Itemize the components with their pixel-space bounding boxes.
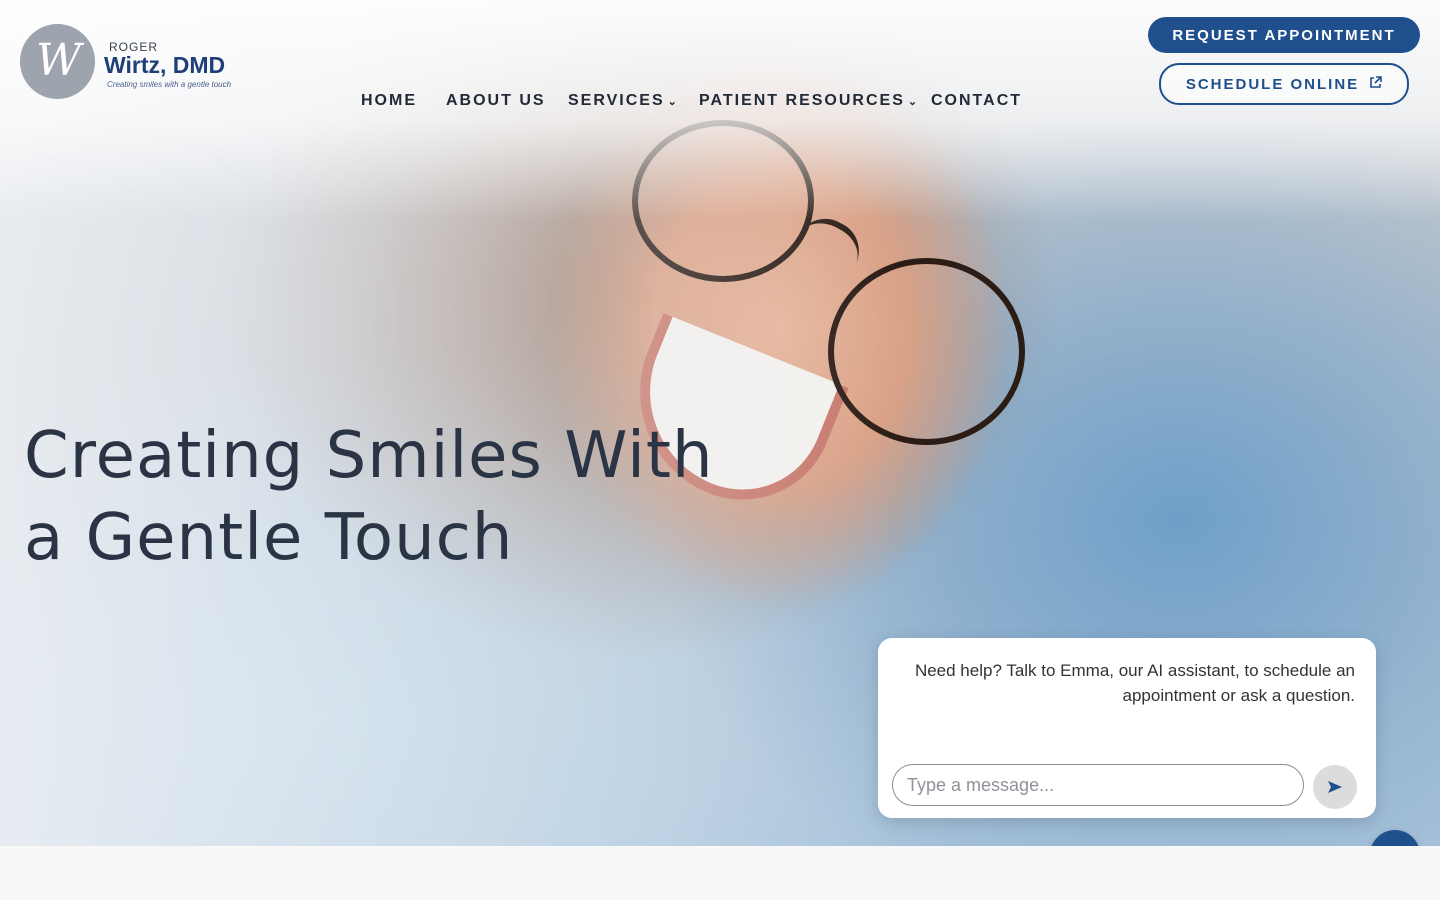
send-icon[interactable] xyxy=(1313,765,1357,809)
logo-practice-name: Wirtz, DMD xyxy=(104,52,226,78)
chevron-down-icon: ⌄ xyxy=(907,96,920,108)
request-appointment-label: REQUEST APPOINTMENT xyxy=(1172,26,1396,44)
schedule-online-label: SCHEDULE ONLINE xyxy=(1185,75,1360,93)
schedule-online-button[interactable]: SCHEDULE ONLINE xyxy=(1159,63,1409,105)
logo-tagline: Creating smiles with a gentle touch xyxy=(107,80,232,89)
request-appointment-button[interactable]: REQUEST APPOINTMENT xyxy=(1148,17,1420,53)
site-logo[interactable]: W ROGER Wirtz, DMD Creating smiles with … xyxy=(20,24,280,104)
nav-item-contact[interactable]: CONTACT xyxy=(931,92,1022,110)
hero-headline-line-2: a Gentle Touch xyxy=(24,501,514,575)
nav-item-services[interactable]: SERVICES ⌄ xyxy=(568,92,679,110)
chat-widget: Need help? Talk to Emma, our AI assistan… xyxy=(878,638,1376,818)
chat-message-input[interactable] xyxy=(892,764,1304,806)
logo-w-mark: W xyxy=(36,35,82,86)
external-link-icon xyxy=(1369,76,1382,92)
below-hero-section xyxy=(0,846,1440,900)
nav-item-services-label: SERVICES xyxy=(568,92,665,109)
site-header: W ROGER Wirtz, DMD Creating smiles with … xyxy=(0,0,1440,132)
nav-item-about-us[interactable]: ABOUT US xyxy=(446,92,546,110)
chat-welcome-message: Need help? Talk to Emma, our AI assistan… xyxy=(914,661,1355,705)
chevron-down-icon: ⌄ xyxy=(667,96,679,108)
nav-item-patient-resources[interactable]: PATIENT RESOURCES ⌄ xyxy=(699,92,919,110)
logo-emblem: W xyxy=(20,24,95,99)
hero-headline: Creating Smiles With a Gentle Touch xyxy=(24,415,744,579)
hero-headline-line-1: Creating Smiles With xyxy=(24,419,714,493)
nav-item-patient-resources-label: PATIENT RESOURCES xyxy=(699,92,905,109)
nav-item-home[interactable]: HOME xyxy=(361,92,417,110)
